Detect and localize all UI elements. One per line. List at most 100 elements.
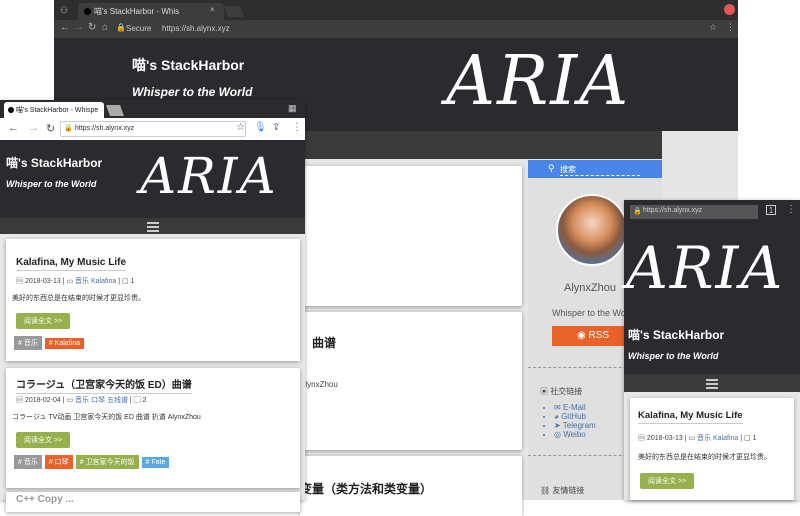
tablet-post-title[interactable]: Kalafina, My Music Life (638, 410, 743, 424)
desktop-tab-bar: ⚇ 喵's StackHarbor - Whis × (54, 0, 738, 20)
tablet-nav-toggle[interactable] (624, 374, 800, 392)
phone-post-tags-2: # 音乐 # 口琴 # 卫宫家今天的饭 # Fate (14, 451, 172, 469)
phone-site-title[interactable]: 喵's StackHarbor (6, 154, 102, 171)
friends-heading: ⛓ 友情链接 (540, 486, 585, 495)
phone-post-excerpt-1: 美好的东西总是在结束的时候才更显珍贵。 (12, 295, 145, 302)
rss-label: RSS (588, 330, 610, 341)
hamburger-icon[interactable] (706, 377, 718, 391)
desktop-partial-post-title-1[interactable]: ）曲谱 (300, 334, 336, 351)
tabs-grid-icon[interactable]: ▦ (288, 103, 297, 114)
tag-chip[interactable]: # Kalafina (44, 338, 84, 349)
desktop-site-title[interactable]: 喵's StackHarbor (132, 55, 244, 75)
menu-dots-icon[interactable]: ⋮ (726, 22, 735, 33)
tab-count-icon[interactable]: 1 (766, 205, 776, 215)
phone-nav-toggle[interactable] (0, 218, 305, 234)
phone-post-meta-2: ▤ 2018-02-04 | ▭ 音乐 口琴 五线谱 | ▢ 2 (16, 397, 147, 404)
tag-chip[interactable]: # 卫宫家今天的饭 (75, 455, 139, 469)
phone-post-excerpt-2: コラージュ TV动画 卫宫家今天的饭 ED 曲谱 扒谱 AlynxZhou (12, 414, 201, 421)
avatar (556, 194, 628, 266)
phone-site-subtitle: Whisper to the World (6, 179, 97, 189)
phone-post-card-1: Kalafina, My Music Life ▤ 2018-03-13 | ▭… (6, 239, 300, 361)
rss-button[interactable]: ◉ RSS (552, 326, 634, 346)
desktop-partial-post-title-2[interactable]: 变量（类方法和类变量） (300, 480, 432, 497)
star-icon[interactable]: ☆ (709, 22, 717, 33)
forward-arrow-icon[interactable]: → (28, 122, 39, 134)
telegram-icon: ➤ (554, 421, 563, 430)
post-category: 音乐 (75, 278, 90, 285)
back-arrow-icon[interactable]: ← (8, 122, 19, 134)
tag-chip[interactable]: # Fate (141, 457, 170, 468)
phone-post-title-1[interactable]: Kalafina, My Music Life (16, 257, 127, 271)
social-link-telegram[interactable]: ➤ Telegram (554, 421, 596, 430)
tag-chip[interactable]: # 音乐 (14, 455, 42, 469)
tablet-site-subtitle: Whisper to the World (628, 351, 719, 361)
favicon-icon (84, 8, 91, 15)
phone-post-card-3: C++ Copy ... (6, 492, 300, 512)
menu-dots-icon[interactable]: ⋮ (292, 122, 302, 133)
star-icon[interactable]: ☆ (236, 122, 245, 133)
comment-icon: ▢ (122, 278, 131, 285)
hamburger-icon[interactable] (147, 220, 159, 234)
social-links-list: ✉ E-Mail ◕ GitHub ➤ Telegram ◎ Weibo (554, 403, 596, 439)
menu-dots-icon[interactable]: ⋮ (786, 204, 796, 215)
desktop-address-bar[interactable]: 🔒 Secure https://sh.alynx.xyz (114, 22, 710, 36)
phone-new-tab[interactable] (105, 105, 125, 116)
post-tags-meta: 口琴 五线谱 (91, 397, 128, 404)
phone-address-bar[interactable]: 🔒 https://sh.alynx.xyz (60, 121, 246, 137)
forward-arrow-icon[interactable]: → (74, 22, 84, 33)
desktop-tab[interactable]: 喵's StackHarbor - Whis × (78, 3, 224, 20)
tag-chip[interactable]: # 口琴 (44, 455, 73, 469)
phone-toolbar: ← → ↻ 🔒 https://sh.alynx.xyz ☆ 🎙 ⇪ ⋮ (0, 118, 305, 140)
search-input[interactable]: 搜索 (560, 164, 640, 176)
github-icon: ◕ (554, 412, 562, 421)
tablet-aria-logo: ARIA (626, 234, 785, 302)
calendar-icon: ▤ (16, 278, 25, 285)
tablet-post-card: Kalafina, My Music Life ▤ 2018-03-13 | ▭… (630, 398, 794, 500)
social-link-weibo[interactable]: ◎ Weibo (554, 430, 596, 439)
link-icon: ⛓ (540, 486, 553, 495)
comment-icon: ▢ (744, 435, 753, 442)
home-icon[interactable]: ⌂ (102, 22, 108, 33)
post-comments: 1 (130, 278, 135, 285)
new-tab-button[interactable] (223, 6, 245, 17)
window-close-button[interactable] (724, 4, 735, 15)
author-name: AlynxZhou (564, 282, 616, 294)
readmore-button[interactable]: 阅读全文 >> (640, 473, 695, 489)
back-arrow-icon[interactable]: ← (60, 22, 70, 33)
lock-icon: 🔒 (633, 208, 642, 215)
reload-icon[interactable]: ↻ (88, 22, 96, 33)
desktop-post-card-2: ）曲谱 AlynxZhou (300, 312, 522, 450)
phone-site-header: 喵's StackHarbor Whisper to the World ARI… (0, 140, 305, 218)
post-tags-meta: Kalafina (713, 435, 739, 442)
tablet-address-bar[interactable]: 🔒 https://sh.alynx.xyz (630, 205, 758, 219)
reload-icon[interactable]: ↻ (46, 122, 55, 135)
social-link-github[interactable]: ◕ GitHub (554, 412, 596, 421)
tablet-site-header: ARIA 喵's StackHarbor Whisper to the Worl… (624, 224, 800, 374)
readmore-button[interactable]: 阅读全文 >> (16, 313, 71, 329)
social-link-email[interactable]: ✉ E-Mail (554, 403, 596, 412)
tablet-site-title[interactable]: 喵's StackHarbor (628, 326, 724, 343)
post-tags-meta: Kalafina (91, 278, 117, 285)
incognito-icon[interactable]: ⚇ (60, 5, 70, 15)
phone-post-tags-1: # 音乐 # Kalafina (14, 332, 87, 350)
desktop-search-bar[interactable]: ⚲ 搜索 (528, 160, 662, 178)
post-comments: 1 (752, 435, 757, 442)
tablet-url: https://sh.alynx.xyz (643, 207, 703, 214)
desktop-site-subtitle: Whisper to the World (132, 85, 253, 99)
close-icon[interactable]: × (210, 5, 215, 14)
post-date: 2018-03-13 (646, 435, 683, 442)
phone-url: https://sh.alynx.xyz (75, 125, 135, 132)
post-comments: 2 (142, 397, 147, 404)
readmore-button[interactable]: 阅读全文 >> (16, 432, 71, 448)
desktop-tab-title: 喵's StackHarbor - Whis (94, 7, 180, 16)
phone-post-meta-1: ▤ 2018-03-13 | ▭ 音乐 Kalafina | ▢ 1 (16, 278, 135, 285)
phone-post-title-2[interactable]: コラージュ（卫宫家今天的饭 ED）曲谱 (16, 376, 192, 394)
comment-icon: ▢ (133, 397, 143, 404)
address-card-icon: ▣ (540, 387, 551, 396)
share-icon[interactable]: ⇪ (272, 122, 280, 133)
phone-tab[interactable]: 喵's StackHarbor - Whispe (4, 102, 104, 118)
tag-chip[interactable]: # 音乐 (14, 336, 42, 350)
mic-icon[interactable]: 🎙 (254, 122, 267, 133)
desktop-toolbar: ← → ↻ ⌂ 🔒 Secure https://sh.alynx.xyz ☆ … (54, 20, 738, 38)
phone-post-card-2: コラージュ（卫宫家今天的饭 ED）曲谱 ▤ 2018-02-04 | ▭ 音乐 … (6, 368, 300, 488)
